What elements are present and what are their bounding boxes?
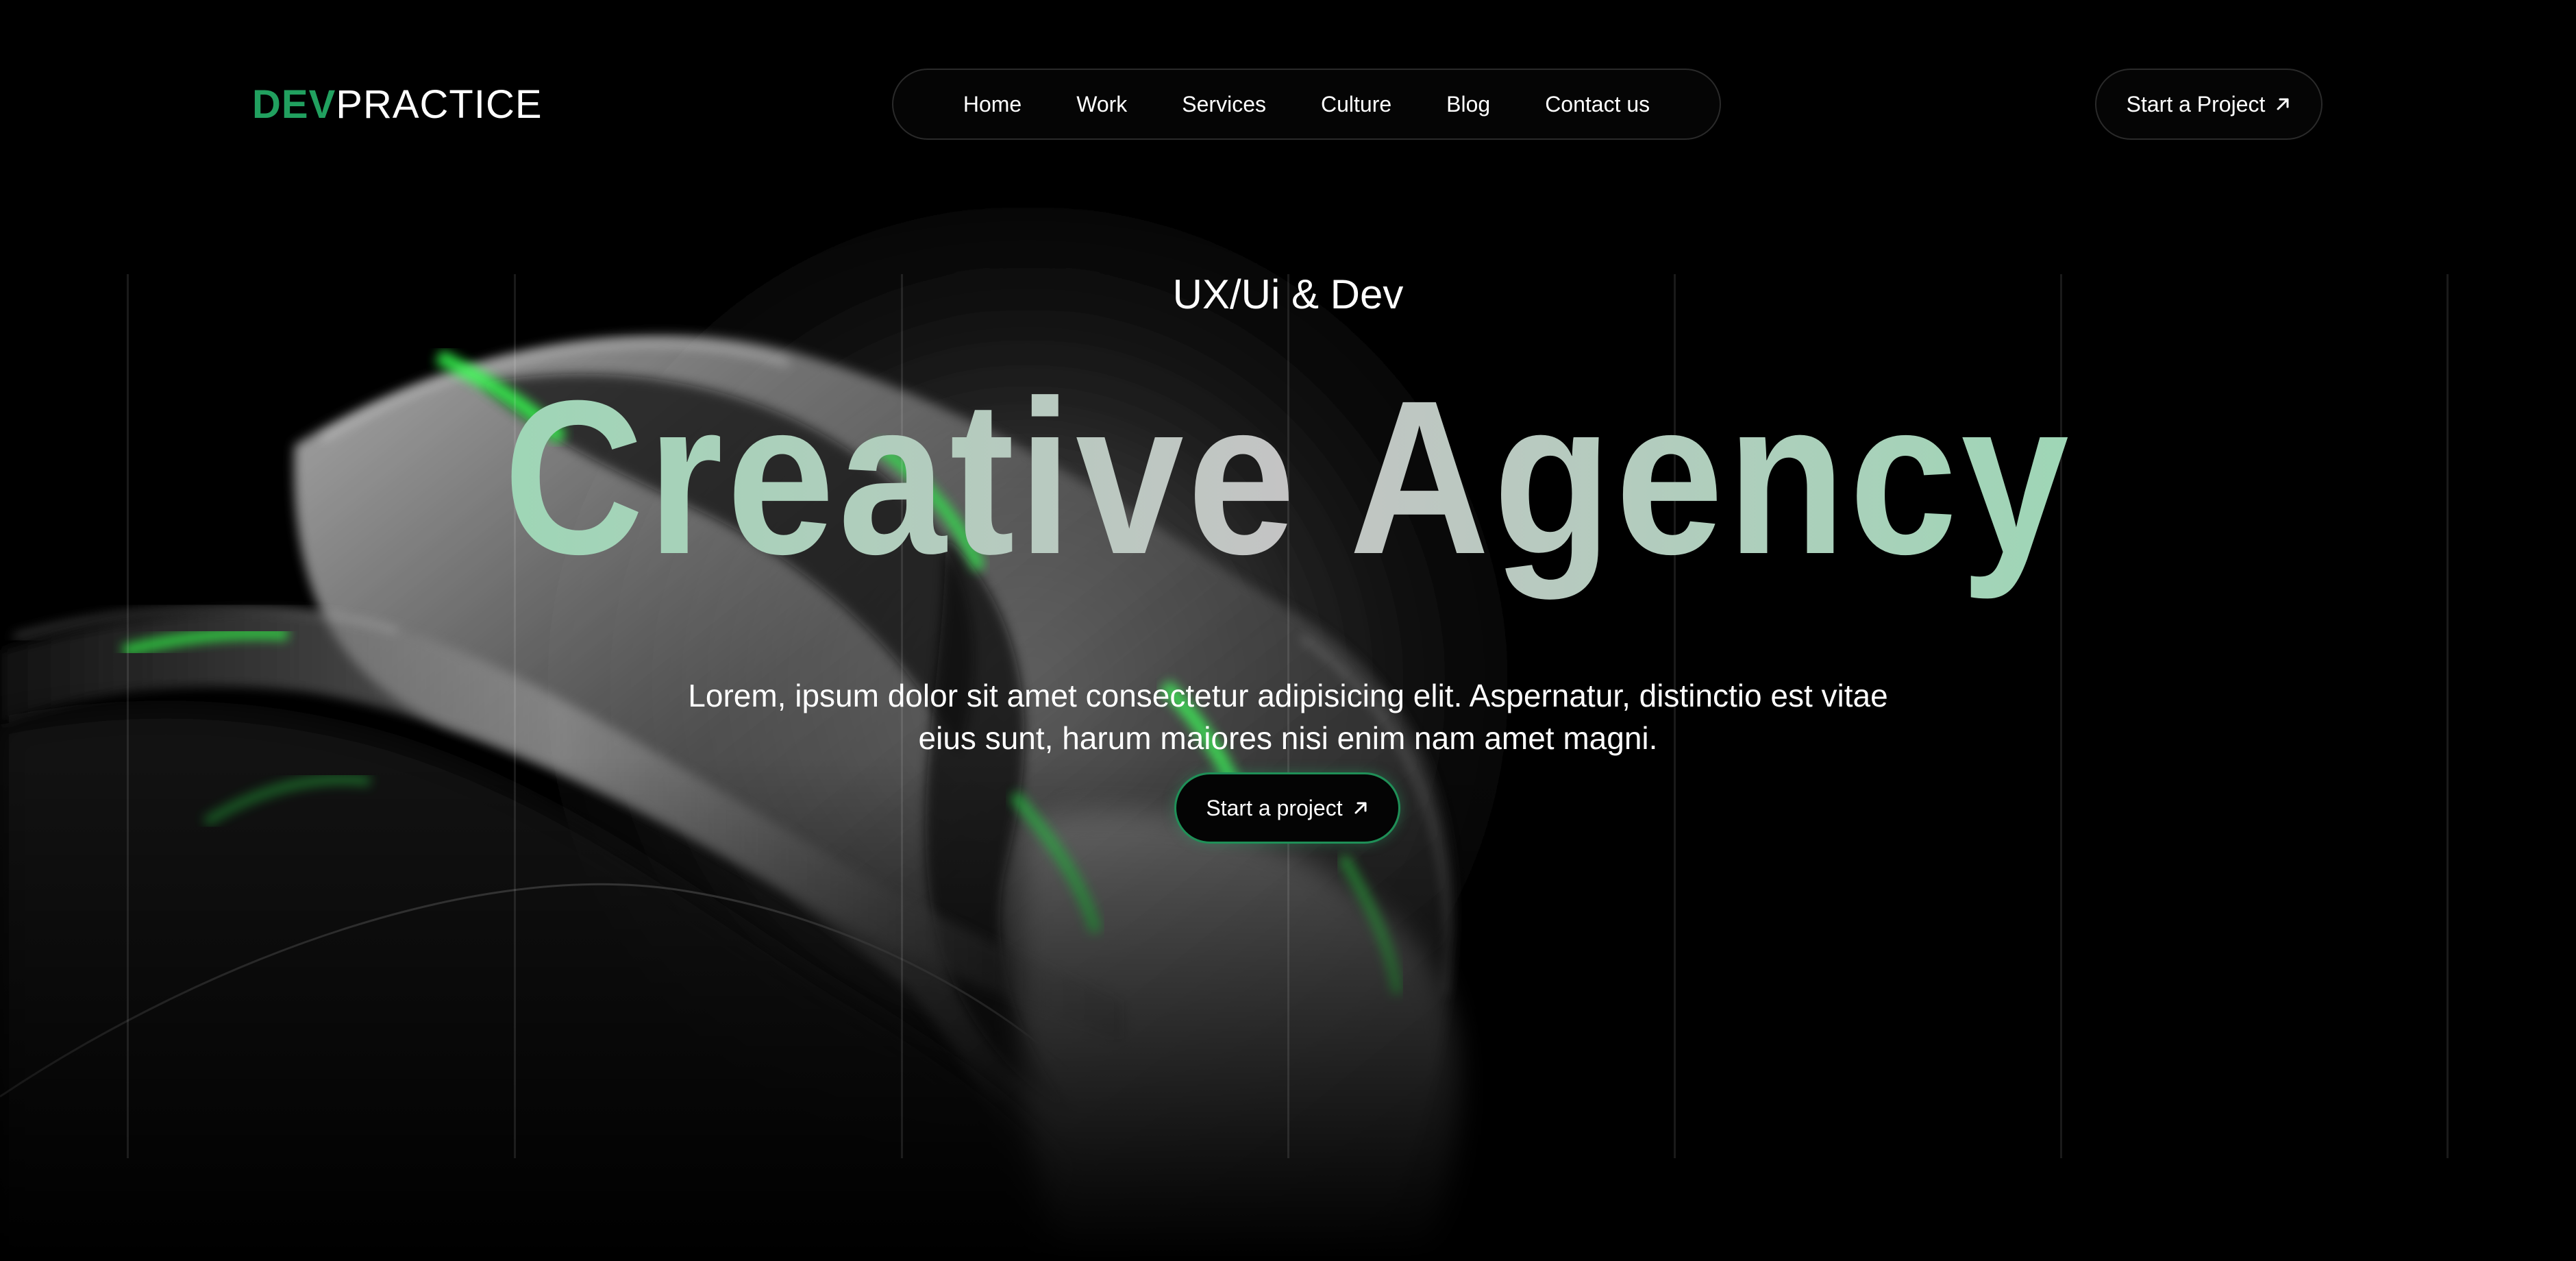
hero-headline: Creative Agency [0,374,2576,600]
main-navigation: Home Work Services Culture Blog Contact … [892,69,1721,140]
nav-item-home[interactable]: Home [963,92,1021,117]
brand-logo-main: PRACTICE [336,82,543,127]
start-project-header-button[interactable]: Start a Project [2095,69,2323,140]
start-project-hero-label: Start a project [1206,795,1343,820]
nav-item-culture[interactable]: Culture [1321,92,1391,117]
site-header: DEVPRACTICE Home Work Services Culture B… [0,0,2576,206]
brand-logo[interactable]: DEVPRACTICE [252,81,543,129]
hero-subtitle: UX/Ui & Dev [1172,271,1404,317]
brand-logo-accent: DEV [252,82,336,127]
start-project-hero-button[interactable]: Start a project [1174,772,1400,844]
arrow-up-right-icon [2277,98,2289,110]
start-project-header-label: Start a Project [2126,91,2266,117]
arrow-up-right-icon [1354,802,1367,814]
nav-item-blog[interactable]: Blog [1446,92,1490,117]
hero-headline-graphic: Creative Agency [504,374,2072,600]
hero-headline-text: Creative Agency [504,374,2072,600]
page: DEVPRACTICE Home Work Services Culture B… [0,0,2576,1261]
hero-description: Lorem, ipsum dolor sit amet consectetur … [688,678,1888,756]
nav-item-contact[interactable]: Contact us [1545,92,1650,117]
nav-item-services[interactable]: Services [1182,92,1266,117]
nav-item-work[interactable]: Work [1076,92,1127,117]
